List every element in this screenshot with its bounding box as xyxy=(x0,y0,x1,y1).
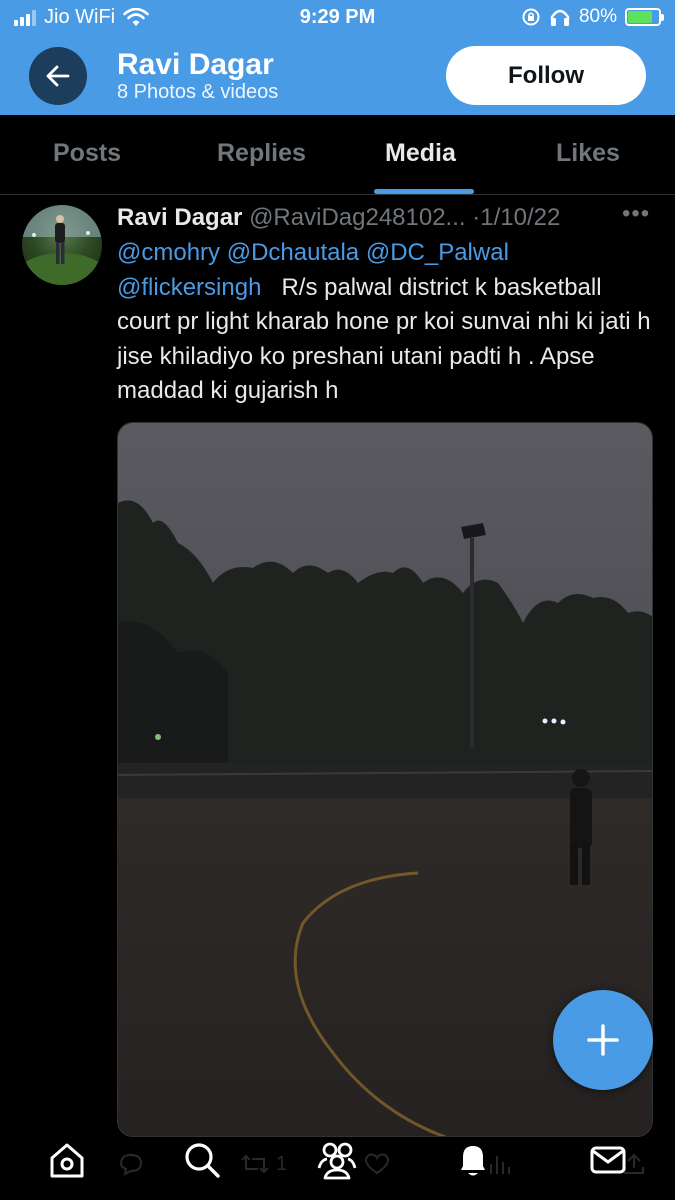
back-button[interactable] xyxy=(29,47,87,105)
follow-button[interactable]: Follow xyxy=(446,46,646,105)
mention-link[interactable]: @Dchautala xyxy=(227,239,359,266)
rotation-lock-icon xyxy=(522,8,540,26)
active-tab-indicator xyxy=(374,189,474,194)
bell-icon[interactable] xyxy=(451,1138,495,1182)
tweet-author-handle[interactable]: @RaviDag248102... xyxy=(249,204,466,231)
mention-link[interactable]: @DC_Palwal xyxy=(366,239,509,266)
media-count: 8 Photos & videos xyxy=(117,81,279,103)
tweet-date[interactable]: 1/10/22 xyxy=(480,204,560,231)
compose-button[interactable] xyxy=(553,990,653,1090)
status-bar: Jio WiFi 9:29 PM 80% xyxy=(0,0,675,38)
home-icon[interactable] xyxy=(45,1138,89,1182)
more-dots-icon[interactable]: ••• xyxy=(622,200,650,228)
profile-name: Ravi Dagar xyxy=(117,48,274,81)
tab-likes[interactable]: Likes xyxy=(556,139,620,168)
mention-link[interactable]: @flickersingh xyxy=(117,274,261,301)
tab-posts[interactable]: Posts xyxy=(53,139,121,168)
search-icon[interactable] xyxy=(180,1138,224,1182)
mail-icon[interactable] xyxy=(586,1138,630,1182)
avatar[interactable] xyxy=(22,205,102,285)
tweet-author-name[interactable]: Ravi Dagar xyxy=(117,204,242,231)
tab-replies[interactable]: Replies xyxy=(217,139,306,168)
battery-icon xyxy=(625,8,664,26)
plus-icon xyxy=(587,1024,619,1056)
bottom-tab-bar xyxy=(0,1130,675,1200)
status-right: 80% xyxy=(521,6,664,28)
profile-tabs: Posts Replies Media Likes xyxy=(0,115,675,195)
communities-icon[interactable] xyxy=(315,1138,359,1182)
tweet-text: @cmohry @Dchautala @DC_Palwal @flickersi… xyxy=(117,236,657,409)
tab-media[interactable]: Media xyxy=(385,139,456,168)
tweet-header: Ravi Dagar @RaviDag248102... ·1/10/22 xyxy=(117,204,560,232)
arrow-left-icon xyxy=(46,65,70,87)
headphones-icon xyxy=(550,9,570,26)
profile-header: Ravi Dagar 8 Photos & videos Follow xyxy=(0,38,675,115)
battery-percent: 80% xyxy=(578,6,617,27)
mention-link[interactable]: @cmohry xyxy=(117,239,220,266)
